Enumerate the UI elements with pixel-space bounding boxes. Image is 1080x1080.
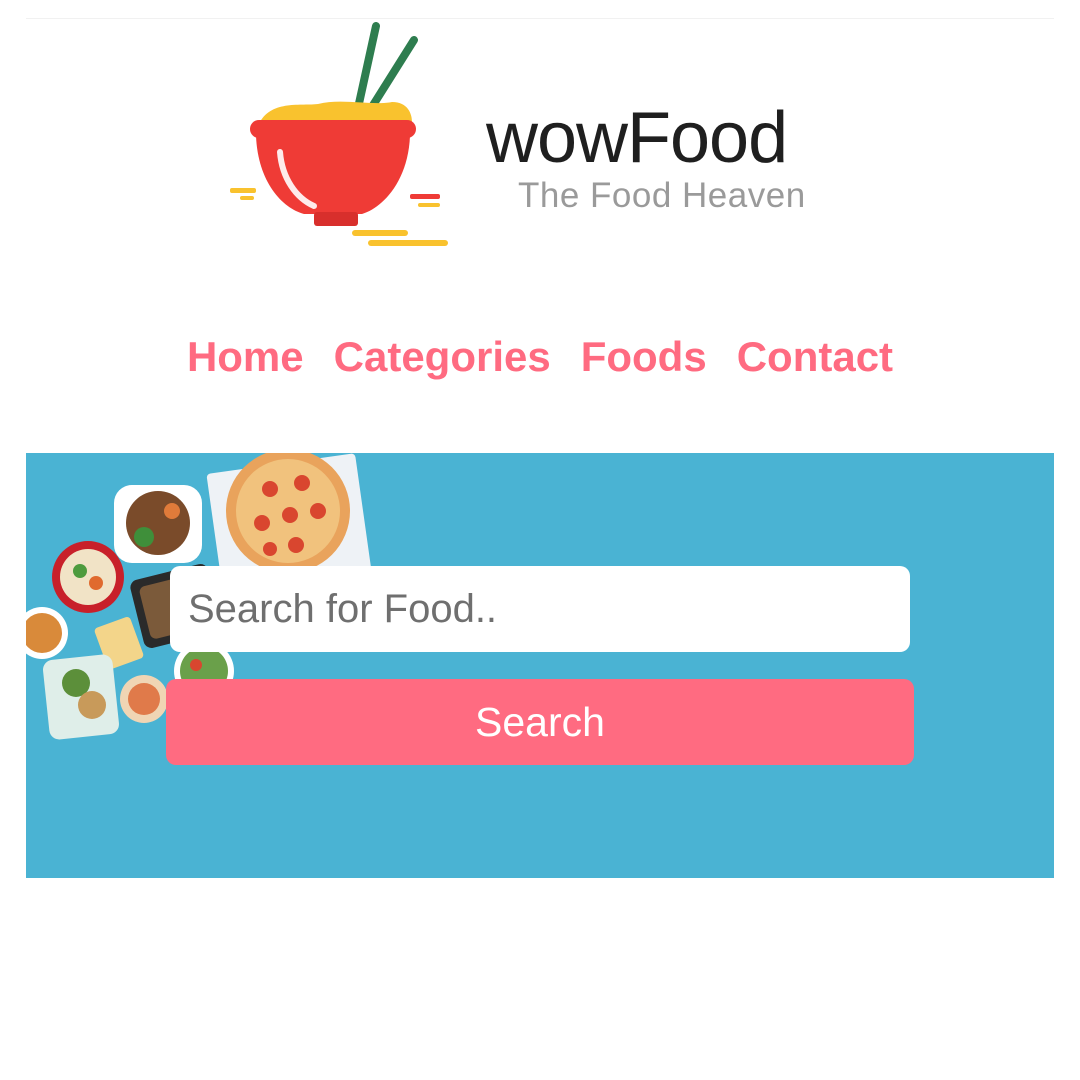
header-divider — [26, 18, 1054, 19]
search-input[interactable] — [170, 566, 910, 652]
brand-logo[interactable]: wowFood The Food Heaven — [222, 22, 862, 254]
search-button[interactable]: Search — [166, 679, 914, 765]
nav-contact[interactable]: Contact — [737, 333, 893, 380]
noodle-bowl-icon — [230, 22, 448, 246]
main-nav: Home Categories Foods Contact — [0, 333, 1080, 380]
food-search-hero: Search — [26, 453, 1054, 878]
nav-foods[interactable]: Foods — [581, 333, 707, 380]
nav-categories[interactable]: Categories — [334, 333, 551, 380]
nav-home[interactable]: Home — [187, 333, 304, 380]
brand-name: wowFood — [486, 98, 788, 178]
brand-tagline: The Food Heaven — [518, 176, 806, 215]
